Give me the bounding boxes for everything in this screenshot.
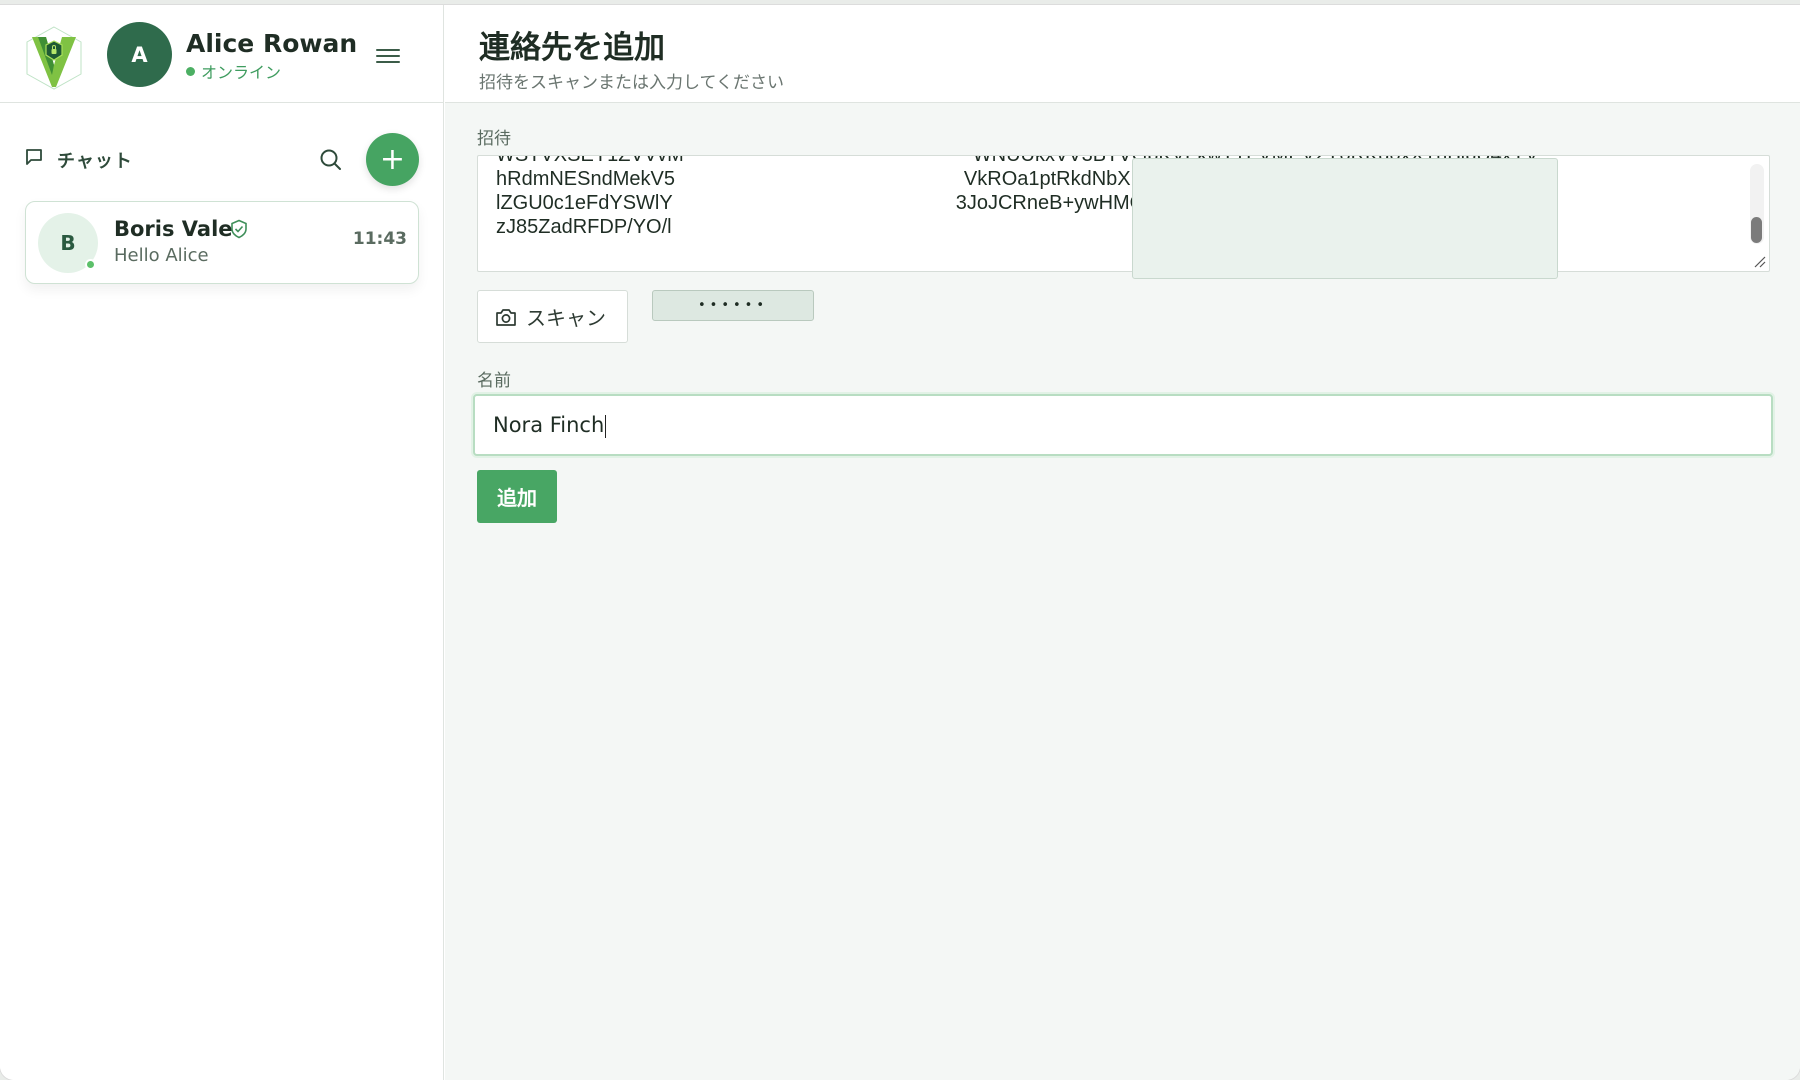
contact-list-item[interactable]: B Boris Vale Hello Alice 11:43	[25, 201, 419, 284]
scan-button-label: スキャン	[526, 306, 606, 330]
name-label: 名前	[477, 371, 511, 391]
new-chat-button[interactable]: +	[366, 133, 419, 186]
main-header: 連絡先を追加 招待をスキャンまたは入力してください	[445, 5, 1800, 103]
resize-grip-icon[interactable]	[1752, 254, 1766, 268]
app-window: A Alice Rowan オンライン チャット + B Boris Vale …	[0, 5, 1800, 1080]
contact-name: Boris Vale	[114, 217, 233, 241]
add-contact-button[interactable]: 追加	[477, 470, 557, 523]
user-status: オンライン	[186, 59, 281, 83]
chat-section-header: チャット	[24, 145, 424, 175]
masked-code-badge: ••••••	[652, 290, 814, 321]
chat-bubble-icon	[26, 149, 42, 165]
app-logo-icon	[26, 26, 82, 90]
online-status-icon	[186, 66, 195, 76]
main-panel: 連絡先を追加 招待をスキャンまたは入力してください 招待 WSTVXSEY1ZV…	[445, 5, 1800, 1080]
scan-button[interactable]: スキャン	[477, 290, 628, 343]
contact-time: 11:43	[352, 229, 407, 249]
invite-textarea[interactable]: WSTVXSEY1ZVVvM WNUUkxVV3BTVGpKVFkwTTFVME…	[477, 155, 1770, 272]
invite-overlay-popup	[1132, 158, 1558, 279]
hamburger-menu-icon[interactable]	[374, 45, 402, 69]
camera-icon	[496, 308, 516, 326]
contact-last-message: Hello Alice	[114, 245, 209, 266]
sidebar: A Alice Rowan オンライン チャット + B Boris Vale …	[0, 5, 444, 1080]
name-input-value: Nora Finch	[493, 413, 607, 438]
search-icon[interactable]	[318, 147, 344, 173]
scrollbar-thumb[interactable]	[1751, 217, 1762, 243]
user-name: Alice Rowan	[186, 29, 358, 58]
profile-header: A Alice Rowan オンライン	[0, 5, 444, 103]
online-indicator-icon	[85, 259, 96, 270]
name-input[interactable]: Nora Finch	[473, 394, 1773, 456]
verified-shield-icon	[231, 219, 247, 239]
page-title: 連絡先を追加	[479, 30, 665, 66]
chat-section-label: チャット	[57, 151, 133, 172]
invite-label: 招待	[477, 129, 511, 149]
user-avatar[interactable]: A	[107, 22, 172, 87]
user-status-text: オンライン	[201, 63, 282, 82]
page-subtitle: 招待をスキャンまたは入力してください	[479, 73, 784, 93]
